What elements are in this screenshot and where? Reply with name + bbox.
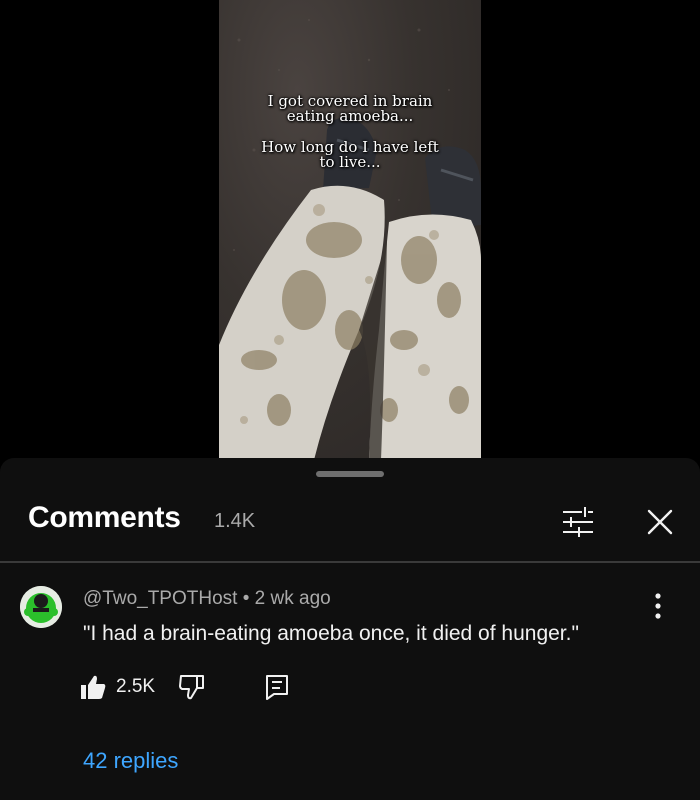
caption-line: eating amoeba... bbox=[286, 107, 414, 125]
video-thumbnail-image bbox=[219, 19, 481, 460]
close-icon bbox=[647, 509, 673, 535]
comments-title: Comments bbox=[28, 501, 181, 534]
dislike-button[interactable] bbox=[176, 672, 208, 702]
video-caption-1: I got covered in brain eating amoeba... bbox=[219, 94, 481, 124]
close-button[interactable] bbox=[638, 502, 682, 542]
thumbs-up-icon bbox=[81, 675, 106, 699]
like-count: 2.5K bbox=[116, 676, 156, 697]
drag-handle[interactable] bbox=[316, 471, 384, 477]
meta-separator: • bbox=[242, 588, 250, 609]
avatar-image bbox=[20, 586, 62, 628]
thumbs-down-icon bbox=[179, 675, 204, 700]
comment-text: "I had a brain-eating amoeba once, it di… bbox=[83, 622, 579, 645]
comments-sheet: Comments 1.4K @Two_TPOTHost • 2 wk ago "… bbox=[0, 458, 700, 800]
comment-author[interactable]: @Two_TPOTHost bbox=[83, 588, 237, 609]
video-frame[interactable]: I got covered in brain eating amoeba... … bbox=[219, 0, 481, 460]
video-player-area[interactable]: I got covered in brain eating amoeba... … bbox=[0, 0, 700, 460]
more-vertical-icon bbox=[655, 593, 661, 619]
reply-button[interactable] bbox=[262, 672, 292, 702]
avatar[interactable] bbox=[20, 586, 62, 628]
comments-count: 1.4K bbox=[214, 510, 256, 532]
comment-meta: @Two_TPOTHost • 2 wk ago bbox=[83, 588, 331, 610]
sliders-icon bbox=[563, 507, 593, 537]
sort-filter-button[interactable] bbox=[556, 502, 600, 542]
header-divider bbox=[0, 561, 700, 563]
video-caption-2: How long do I have left to live... bbox=[219, 140, 481, 170]
comment-time: 2 wk ago bbox=[254, 588, 331, 609]
comment-icon bbox=[266, 675, 288, 700]
caption-line: to live... bbox=[319, 153, 381, 171]
comment-more-button[interactable] bbox=[640, 588, 676, 624]
view-replies-link[interactable]: 42 replies bbox=[83, 748, 178, 774]
like-button[interactable]: 2.5K bbox=[80, 672, 155, 702]
